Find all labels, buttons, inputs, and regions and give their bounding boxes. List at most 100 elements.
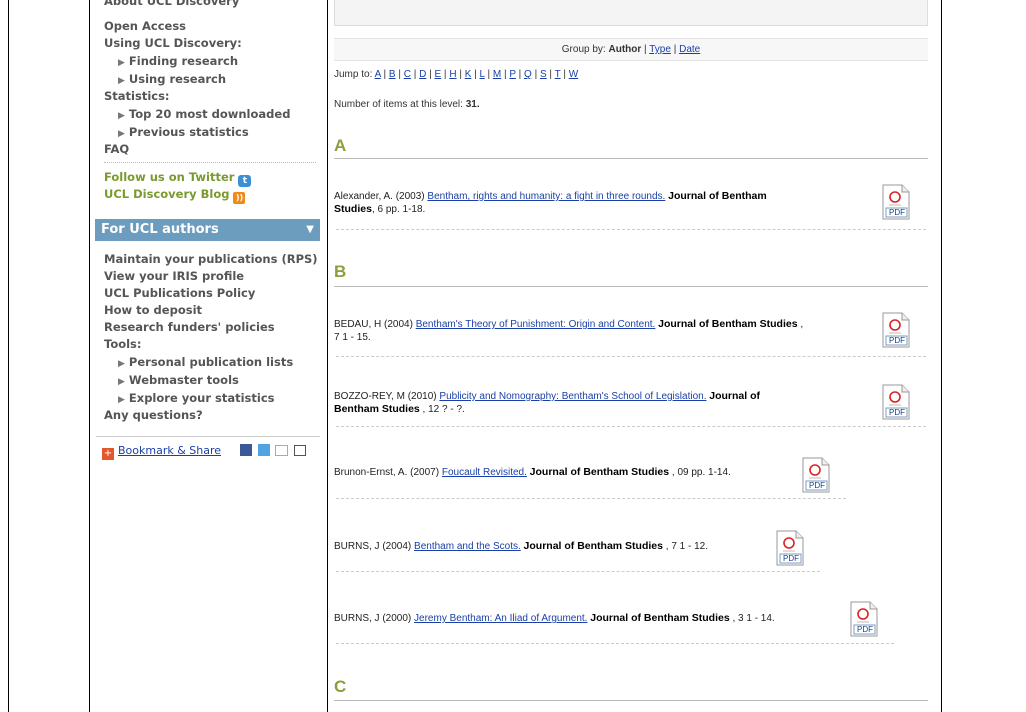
section-rule xyxy=(334,700,928,701)
item-title-link[interactable]: Bentham, rights and humanity: a fight in… xyxy=(427,191,665,202)
pdf-icon[interactable]: PDF xyxy=(775,530,805,566)
item-title-link[interactable]: Bentham's Theory of Punishment: Origin a… xyxy=(416,319,656,330)
list-item: BOZZO-REY, M (2010) Publicity and Nomogr… xyxy=(334,390,761,415)
jump-letter-link[interactable]: Q xyxy=(524,69,532,80)
search-panel xyxy=(334,0,928,26)
sidebar-item-funders[interactable]: Research funders' policies xyxy=(104,320,275,334)
pdf-label: PDF xyxy=(857,625,873,634)
item-separator xyxy=(336,356,926,357)
pdf-label: PDF xyxy=(809,481,825,490)
item-separator xyxy=(336,571,820,572)
sidebar-item-iris[interactable]: View your IRIS profile xyxy=(104,269,244,283)
item-separator xyxy=(336,426,926,427)
sidebar-item-faq[interactable]: FAQ xyxy=(104,142,129,156)
chevron-down-icon: ▼ xyxy=(306,224,314,235)
item-title-link[interactable]: Foucault Revisited. xyxy=(442,467,527,478)
print-icon[interactable] xyxy=(293,445,306,456)
item-separator xyxy=(336,229,926,230)
content-right-border xyxy=(941,0,942,712)
pdf-icon[interactable]: PDF xyxy=(881,312,911,348)
sidebar-left-border xyxy=(89,0,90,712)
plus-icon: + xyxy=(102,448,114,460)
jump-letter-link[interactable]: S xyxy=(540,69,547,80)
sidebar-item-maintain[interactable]: Maintain your publications (RPS) xyxy=(104,252,318,266)
pdf-label: PDF xyxy=(889,336,905,345)
list-item: Brunon-Ernst, A. (2007) Foucault Revisit… xyxy=(334,466,731,478)
page-left-border xyxy=(8,0,9,712)
sidebar-item-webmaster[interactable]: ▶ Webmaster tools xyxy=(118,373,239,387)
sidebar-item-questions[interactable]: Any questions? xyxy=(104,408,203,422)
sidebar-item-open-access[interactable]: Open Access xyxy=(104,19,186,33)
group-by-author: Author xyxy=(608,44,642,55)
pdf-icon[interactable]: PDF xyxy=(881,184,911,220)
bookmark-share-link[interactable]: Bookmark & Share xyxy=(118,444,221,457)
jump-letter-link[interactable]: L xyxy=(480,69,485,80)
section-rule xyxy=(334,286,928,287)
item-title-link[interactable]: Publicity and Nomography: Bentham's Scho… xyxy=(439,391,706,402)
triangle-icon: ▶ xyxy=(118,129,125,139)
jump-letter-link[interactable]: A xyxy=(375,69,381,80)
pdf-icon[interactable]: PDF xyxy=(801,457,831,493)
section-heading-a: A xyxy=(334,136,347,155)
sidebar-item-policy[interactable]: UCL Publications Policy xyxy=(104,286,255,300)
group-by-date-link[interactable]: Date xyxy=(679,44,700,55)
item-count: Number of items at this level: 31. xyxy=(334,99,480,110)
triangle-icon: ▶ xyxy=(118,377,125,387)
jump-to-bar: Jump to: A | B | C | D | E | H | K | L |… xyxy=(334,69,579,80)
sidebar-item-personal-lists[interactable]: ▶ Personal publication lists xyxy=(118,355,293,369)
list-item: BURNS, J (2004) Bentham and the Scots. J… xyxy=(334,540,709,552)
sidebar-item-tools-heading: Tools: xyxy=(104,337,142,351)
triangle-icon: ▶ xyxy=(118,395,125,405)
list-item: Alexander, A. (2003) Bentham, rights and… xyxy=(334,190,767,215)
item-title-link[interactable]: Jeremy Bentham: An Iliad of Argument. xyxy=(414,613,587,624)
list-item: BEDAU, H (2004) Bentham's Theory of Puni… xyxy=(334,318,804,343)
item-separator xyxy=(336,643,894,644)
facebook-icon[interactable] xyxy=(240,444,253,456)
content-divider xyxy=(327,0,328,712)
for-authors-header[interactable]: For UCL authors ▼ xyxy=(95,219,320,241)
rss-icon: )) xyxy=(233,192,246,204)
triangle-icon: ▶ xyxy=(118,76,125,86)
jump-letter-link[interactable]: D xyxy=(419,69,426,80)
pdf-icon[interactable]: PDF xyxy=(881,384,911,420)
sidebar-item-statistics-heading: Statistics: xyxy=(104,89,170,103)
jump-letter-link[interactable]: K xyxy=(465,69,472,80)
sidebar-item-deposit[interactable]: How to deposit xyxy=(104,303,202,317)
jump-letter-link[interactable]: W xyxy=(569,69,578,80)
triangle-icon: ▶ xyxy=(118,58,125,68)
twitter-icon: t xyxy=(238,175,252,187)
sidebar-divider xyxy=(104,162,316,163)
sidebar-divider xyxy=(96,436,320,437)
pdf-label: PDF xyxy=(783,554,799,563)
bookmark-share[interactable]: + Bookmark & Share xyxy=(102,444,306,460)
group-by-type-link[interactable]: Type xyxy=(649,44,671,55)
item-title-link[interactable]: Bentham and the Scots. xyxy=(414,541,521,552)
jump-letter-link[interactable]: M xyxy=(493,69,501,80)
email-icon[interactable] xyxy=(275,445,289,456)
sidebar-item-explore-stats[interactable]: ▶ Explore your statistics xyxy=(118,391,275,405)
section-rule xyxy=(334,158,928,159)
jump-letter-link[interactable]: P xyxy=(509,69,516,80)
jump-letter-link[interactable]: B xyxy=(389,69,396,80)
section-heading-b: B xyxy=(334,262,347,281)
sidebar-item-about[interactable]: About UCL Discovery xyxy=(104,0,239,8)
sidebar-item-top20[interactable]: ▶ Top 20 most downloaded xyxy=(118,107,290,121)
group-by-bar: Group by: Author | Type | Date xyxy=(334,38,928,61)
sidebar-item-twitter[interactable]: Follow us on Twitter t xyxy=(104,170,252,187)
jump-letter-link[interactable]: H xyxy=(449,69,456,80)
sidebar-item-blog[interactable]: UCL Discovery Blog)) xyxy=(104,187,246,204)
sidebar-item-using-research[interactable]: ▶ Using research xyxy=(118,72,226,86)
sidebar-item-using-heading: Using UCL Discovery: xyxy=(104,36,242,50)
sidebar-item-previous-stats[interactable]: ▶ Previous statistics xyxy=(118,125,249,139)
pdf-label: PDF xyxy=(889,408,905,417)
pdf-icon[interactable]: PDF xyxy=(849,601,879,637)
jump-letter-link[interactable]: E xyxy=(434,69,441,80)
pdf-label: PDF xyxy=(889,208,905,217)
jump-letter-link[interactable]: T xyxy=(555,69,561,80)
list-item: BURNS, J (2000) Jeremy Bentham: An Iliad… xyxy=(334,612,775,624)
sidebar-item-finding[interactable]: ▶ Finding research xyxy=(118,54,238,68)
jump-letter-link[interactable]: C xyxy=(404,69,411,80)
twitter-share-icon[interactable] xyxy=(257,444,270,456)
section-heading-c: C xyxy=(334,677,347,696)
triangle-icon: ▶ xyxy=(118,359,125,369)
